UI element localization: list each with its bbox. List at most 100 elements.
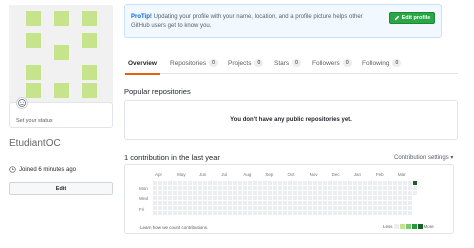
contribution-day[interactable]: [188, 191, 192, 195]
contribution-day[interactable]: [358, 201, 362, 205]
contribution-day[interactable]: [163, 206, 167, 210]
contribution-day[interactable]: [318, 181, 322, 185]
contribution-day[interactable]: [158, 211, 162, 215]
contribution-day[interactable]: [313, 206, 317, 210]
contribution-day[interactable]: [263, 186, 267, 190]
contribution-day[interactable]: [228, 206, 232, 210]
contribution-day[interactable]: [408, 191, 412, 195]
contribution-day[interactable]: [383, 206, 387, 210]
contribution-day[interactable]: [403, 181, 407, 185]
contribution-day[interactable]: [188, 211, 192, 215]
contribution-day[interactable]: [168, 181, 172, 185]
contribution-day[interactable]: [253, 196, 257, 200]
contribution-day[interactable]: [348, 181, 352, 185]
contribution-day[interactable]: [193, 191, 197, 195]
contribution-day[interactable]: [368, 201, 372, 205]
contribution-day[interactable]: [188, 201, 192, 205]
contribution-day[interactable]: [318, 191, 322, 195]
contribution-day[interactable]: [273, 181, 277, 185]
contribution-day[interactable]: [288, 211, 292, 215]
contribution-day[interactable]: [153, 196, 157, 200]
contribution-day[interactable]: [173, 186, 177, 190]
contribution-day[interactable]: [168, 211, 172, 215]
contribution-day[interactable]: [208, 191, 212, 195]
contribution-day[interactable]: [363, 201, 367, 205]
contribution-day[interactable]: [248, 206, 252, 210]
contribution-day[interactable]: [243, 186, 247, 190]
contribution-day[interactable]: [303, 211, 307, 215]
contribution-day[interactable]: [318, 201, 322, 205]
contribution-day[interactable]: [218, 181, 222, 185]
contribution-day[interactable]: [373, 206, 377, 210]
contribution-day[interactable]: [393, 186, 397, 190]
contribution-day[interactable]: [253, 186, 257, 190]
contribution-day[interactable]: [333, 201, 337, 205]
contribution-day[interactable]: [228, 201, 232, 205]
contribution-day[interactable]: [243, 196, 247, 200]
contribution-day[interactable]: [283, 186, 287, 190]
contribution-day[interactable]: [288, 196, 292, 200]
contribution-day[interactable]: [158, 191, 162, 195]
contribution-day[interactable]: [388, 196, 392, 200]
contribution-day[interactable]: [298, 201, 302, 205]
contribution-day[interactable]: [318, 186, 322, 190]
contribution-day[interactable]: [283, 211, 287, 215]
contribution-day[interactable]: [303, 201, 307, 205]
contribution-day[interactable]: [378, 211, 382, 215]
contribution-day[interactable]: [258, 196, 262, 200]
contribution-day[interactable]: [273, 206, 277, 210]
contribution-day[interactable]: [168, 186, 172, 190]
contribution-day[interactable]: [253, 206, 257, 210]
contribution-day[interactable]: [233, 206, 237, 210]
contribution-day[interactable]: [183, 206, 187, 210]
contribution-day[interactable]: [213, 191, 217, 195]
contribution-day[interactable]: [253, 211, 257, 215]
contribution-day[interactable]: [313, 181, 317, 185]
contribution-day[interactable]: [408, 206, 412, 210]
contribution-day[interactable]: [278, 186, 282, 190]
contribution-day[interactable]: [378, 206, 382, 210]
contribution-day[interactable]: [218, 206, 222, 210]
contribution-day[interactable]: [253, 181, 257, 185]
contribution-day[interactable]: [243, 206, 247, 210]
contribution-day[interactable]: [173, 181, 177, 185]
contribution-day[interactable]: [278, 201, 282, 205]
contribution-settings-dropdown[interactable]: Contribution settings ▾: [394, 154, 453, 161]
contribution-day[interactable]: [363, 211, 367, 215]
contribution-day[interactable]: [308, 181, 312, 185]
contribution-day[interactable]: [203, 181, 207, 185]
contribution-day[interactable]: [318, 196, 322, 200]
contribution-day[interactable]: [193, 206, 197, 210]
contribution-day[interactable]: [283, 191, 287, 195]
contribution-day[interactable]: [308, 211, 312, 215]
contribution-day[interactable]: [193, 201, 197, 205]
contribution-day[interactable]: [328, 201, 332, 205]
contribution-day[interactable]: [198, 211, 202, 215]
contribution-day[interactable]: [223, 191, 227, 195]
contribution-day[interactable]: [288, 191, 292, 195]
contribution-day[interactable]: [248, 196, 252, 200]
contribution-day[interactable]: [293, 201, 297, 205]
contribution-day[interactable]: [313, 191, 317, 195]
contribution-day[interactable]: [238, 206, 242, 210]
contribution-day[interactable]: [173, 211, 177, 215]
contribution-day[interactable]: [398, 181, 402, 185]
contribution-day[interactable]: [408, 201, 412, 205]
contribution-day[interactable]: [378, 191, 382, 195]
contribution-day[interactable]: [153, 211, 157, 215]
contribution-day[interactable]: [248, 181, 252, 185]
contribution-day[interactable]: [198, 181, 202, 185]
contribution-day[interactable]: [158, 201, 162, 205]
contribution-day[interactable]: [248, 186, 252, 190]
contribution-day[interactable]: [228, 181, 232, 185]
contribution-day[interactable]: [183, 191, 187, 195]
contribution-day[interactable]: [308, 201, 312, 205]
contribution-day[interactable]: [198, 191, 202, 195]
tab-followers[interactable]: Followers 0: [312, 52, 352, 74]
contribution-day[interactable]: [393, 211, 397, 215]
contribution-day[interactable]: [408, 186, 412, 190]
contribution-day[interactable]: [183, 201, 187, 205]
contribution-day[interactable]: [373, 211, 377, 215]
contribution-day[interactable]: [388, 201, 392, 205]
contribution-day[interactable]: [163, 201, 167, 205]
